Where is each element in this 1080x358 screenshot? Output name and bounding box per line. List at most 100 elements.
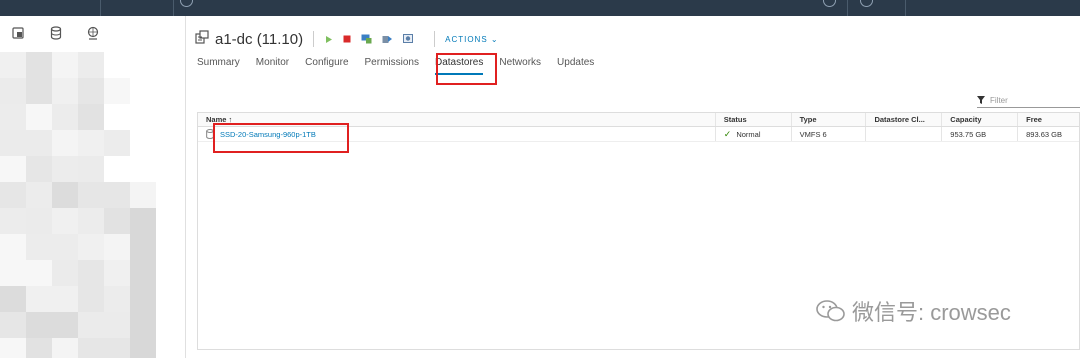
column-header-type[interactable]: Type [792,113,867,126]
datastore-free: 893.63 GB [1026,129,1062,139]
blur-tile [104,130,130,156]
blur-tile [52,104,78,130]
blur-tile [130,208,156,234]
tab-networks[interactable]: Networks [499,56,541,78]
blur-tile [104,338,130,358]
filter-input[interactable]: Filter [977,94,1080,108]
datastore-capacity: 953.75 GB [942,127,1019,141]
topbar-divider [847,0,848,16]
column-header-capacity[interactable]: Capacity [942,113,1019,126]
blur-tile [0,208,26,234]
tab-configure[interactable]: Configure [305,56,348,78]
blur-tile [156,338,182,358]
console-icon[interactable] [361,34,372,44]
blur-tile [130,234,156,260]
blur-tile [156,286,182,312]
blur-tile [0,130,26,156]
blur-tile [0,104,26,130]
blur-tile [0,260,26,286]
inventory-pane [0,16,186,358]
migrate-icon[interactable] [382,34,393,44]
storage-icon[interactable] [37,26,74,40]
blur-tile [52,234,78,260]
blur-tile [26,234,52,260]
help-icon[interactable] [860,0,873,7]
blur-tile [78,104,104,130]
blur-tile [52,286,78,312]
blur-tile [78,78,104,104]
blur-tile [156,208,182,234]
blur-tile [156,182,182,208]
blur-tile [52,338,78,358]
blur-tile [52,260,78,286]
blur-tile [26,182,52,208]
tab-updates[interactable]: Updates [557,56,594,78]
blur-tile [26,104,52,130]
blur-tile [0,312,26,338]
topbar-divider [905,0,906,16]
blur-tile [52,208,78,234]
topbar-divider [100,0,101,16]
blur-tile [52,312,78,338]
blur-tile [78,130,104,156]
blur-tile [0,286,26,312]
blur-tile [104,312,130,338]
filter-icon [977,95,990,106]
blur-tile [26,130,52,156]
blur-tile [78,260,104,286]
blur-tile [104,208,130,234]
blur-tile [52,130,78,156]
column-header-free[interactable]: Free [1018,113,1079,126]
blur-tile [78,182,104,208]
datacenter-host-icon [195,29,209,49]
check-icon: ✓ [723,128,732,139]
actions-menu[interactable]: ACTIONS ⌄ [445,35,499,44]
vms-templates-icon[interactable] [0,26,37,40]
datastore-cluster [866,127,943,141]
tab-permissions[interactable]: Permissions [365,56,419,78]
blur-tile [104,182,130,208]
blur-tile [26,156,52,182]
blur-tile [26,208,52,234]
datastore-status: Normal [736,129,761,139]
wechat-logo-icon [816,300,845,322]
blur-tile [78,338,104,358]
blur-tile [78,52,104,78]
blur-tile [26,286,52,312]
filter-placeholder: Filter [990,96,1008,105]
column-header-cluster[interactable]: Datastore Cl... [866,113,943,126]
blur-tile [52,156,78,182]
blur-tile [0,52,26,78]
blur-tile [0,338,26,358]
header-divider [313,31,315,47]
blur-tile [130,260,156,286]
blur-tile [156,312,182,338]
search-icon[interactable] [180,0,193,7]
blur-tile [104,234,130,260]
watermark-text: 微信号: crowsec [852,300,1011,325]
datastore-status-cell: ✓ Normal [716,127,792,141]
top-bar [0,0,1080,16]
tab-summary[interactable]: Summary [197,56,240,78]
blur-tile [26,78,52,104]
column-header-status[interactable]: Status [716,113,792,126]
blur-tile [52,52,78,78]
blur-tile [52,78,78,104]
blur-tile [0,156,26,182]
refresh-icon[interactable] [823,0,836,7]
blur-tile [130,338,156,358]
network-icon[interactable] [74,26,111,40]
blur-tile [78,208,104,234]
blur-tile [26,338,52,358]
power-off-icon[interactable] [343,35,351,43]
power-on-icon[interactable] [324,35,333,44]
tab-monitor[interactable]: Monitor [256,56,289,78]
object-header: a1-dc (11.10) ACTIONS ⌄ [195,28,499,50]
blur-tile [156,234,182,260]
blur-tile [78,234,104,260]
snapshot-icon[interactable] [403,34,414,44]
annotation-box-tab [436,53,497,85]
blur-tile [130,286,156,312]
blur-tile [104,286,130,312]
header-divider [434,31,436,47]
